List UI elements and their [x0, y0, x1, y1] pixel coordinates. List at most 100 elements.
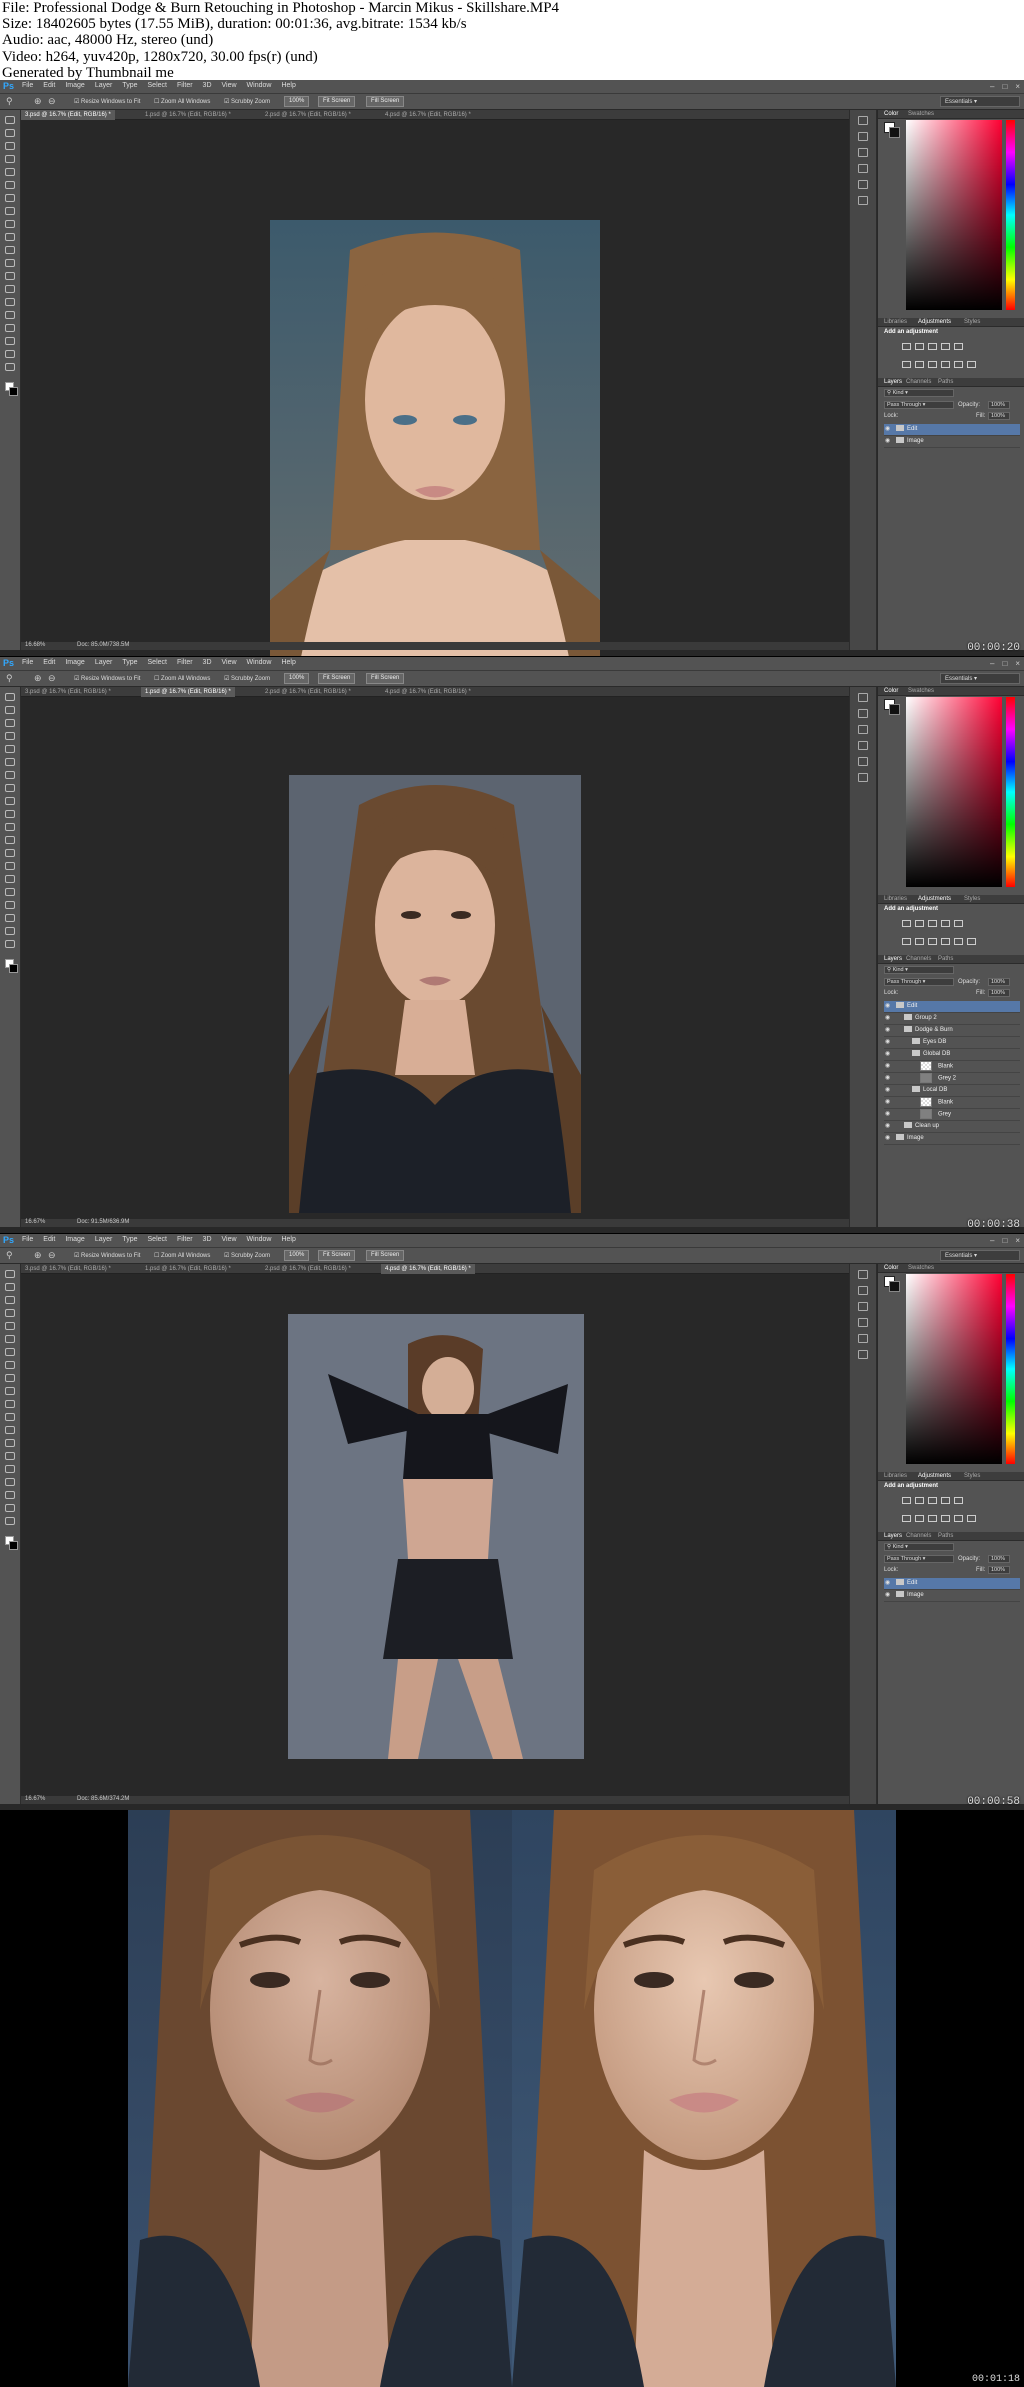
layer-filter-kind[interactable]: ⚲ Kind ▾ [884, 966, 954, 974]
fit-screen-button[interactable]: Fit Screen [318, 673, 356, 684]
menu-filter[interactable]: Filter [177, 659, 193, 666]
document-tab[interactable]: 2.psd @ 16.7% (Edit, RGB/16) * [261, 110, 355, 120]
menu-image[interactable]: Image [65, 659, 84, 666]
blend-mode-select[interactable]: Pass Through ▾ [884, 401, 954, 409]
color-picker-field[interactable] [906, 120, 1002, 310]
layer-row[interactable]: ◉ Edit [884, 424, 1020, 436]
visibility-eye-icon[interactable]: ◉ [885, 1085, 890, 1096]
history-brush-tool-icon[interactable] [5, 1387, 15, 1395]
color-picker-field[interactable] [906, 1274, 1002, 1464]
healing-tool-icon[interactable] [5, 1348, 15, 1356]
crop-tool-icon[interactable] [5, 168, 15, 176]
marquee-tool-icon[interactable] [5, 1283, 15, 1291]
path-select-tool-icon[interactable] [5, 1478, 15, 1486]
fill-field[interactable]: 100% [988, 1566, 1010, 1574]
zoom-in-icon[interactable]: ⊕ [34, 673, 42, 684]
resize-windows-checkbox[interactable]: ☑ Resize Windows to Fit [74, 98, 140, 105]
background-color-swatch[interactable] [889, 704, 900, 715]
visibility-eye-icon[interactable]: ◉ [885, 1133, 890, 1144]
tab-adjustments[interactable]: Adjustments [918, 1473, 951, 1479]
menu-filter[interactable]: Filter [177, 82, 193, 89]
scrubby-zoom-checkbox[interactable]: ☑ Scrubby Zoom [224, 675, 270, 682]
eyedropper-tool-icon[interactable] [5, 758, 15, 766]
menu-file[interactable]: File [22, 659, 33, 666]
gradient-tool-icon[interactable] [5, 259, 15, 267]
tab-adjustments[interactable]: Adjustments [918, 896, 951, 902]
tab-styles[interactable]: Styles [964, 896, 980, 902]
properties-icon[interactable] [858, 148, 868, 157]
zoom-tool-icon[interactable] [5, 363, 15, 371]
crop-tool-icon[interactable] [5, 745, 15, 753]
zoom-in-icon[interactable]: ⊕ [34, 96, 42, 107]
clone-stamp-tool-icon[interactable] [5, 220, 15, 228]
document-tab[interactable]: 3.psd @ 16.7% (Edit, RGB/16) * [21, 1264, 115, 1274]
menu-edit[interactable]: Edit [43, 1236, 55, 1243]
layer-row[interactable]: ◉ Global DB [884, 1049, 1020, 1061]
document-canvas[interactable] [21, 120, 849, 656]
path-select-tool-icon[interactable] [5, 324, 15, 332]
visibility-eye-icon[interactable]: ◉ [885, 1049, 890, 1060]
move-tool-icon[interactable] [5, 116, 15, 124]
paragraph-icon[interactable] [858, 1334, 868, 1343]
type-tool-icon[interactable] [5, 888, 15, 896]
healing-tool-icon[interactable] [5, 194, 15, 202]
layer-row[interactable]: ◉ Edit [884, 1578, 1020, 1590]
menu-file[interactable]: File [22, 1236, 33, 1243]
menu-select[interactable]: Select [148, 1236, 167, 1243]
zoom-all-checkbox[interactable]: ☐ Zoom All Windows [154, 675, 210, 682]
pen-tool-icon[interactable] [5, 875, 15, 883]
zoom-all-checkbox[interactable]: ☐ Zoom All Windows [154, 98, 210, 105]
layer-filter-kind[interactable]: ⚲ Kind ▾ [884, 1543, 954, 1551]
menu-file[interactable]: File [22, 82, 33, 89]
visibility-eye-icon[interactable]: ◉ [885, 1037, 890, 1048]
zoom-all-checkbox[interactable]: ☐ Zoom All Windows [154, 1252, 210, 1259]
minimize-icon[interactable]: – [990, 659, 994, 668]
layer-row[interactable]: ◉ Blank [884, 1097, 1020, 1109]
menu-image[interactable]: Image [65, 82, 84, 89]
brush-tool-icon[interactable] [5, 784, 15, 792]
move-tool-icon[interactable] [5, 693, 15, 701]
tab-adjustments[interactable]: Adjustments [918, 319, 951, 325]
opacity-field[interactable]: 100% [988, 1555, 1010, 1563]
maximize-icon[interactable]: □ [1002, 1236, 1007, 1245]
quick-select-tool-icon[interactable] [5, 732, 15, 740]
character-icon[interactable] [858, 1350, 868, 1359]
tab-libraries[interactable]: Libraries [884, 896, 907, 902]
menu-help[interactable]: Help [281, 659, 295, 666]
zoom-out-icon[interactable]: ⊖ [48, 673, 56, 684]
zoom-out-icon[interactable]: ⊖ [48, 96, 56, 107]
resize-windows-checkbox[interactable]: ☑ Resize Windows to Fit [74, 1252, 140, 1259]
layer-row[interactable]: ◉ Image [884, 1590, 1020, 1602]
layer-filter-kind[interactable]: ⚲ Kind ▾ [884, 389, 954, 397]
tab-swatches[interactable]: Swatches [908, 1265, 934, 1271]
document-tab[interactable]: 2.psd @ 16.7% (Edit, RGB/16) * [261, 1264, 355, 1274]
type-tool-icon[interactable] [5, 1465, 15, 1473]
lasso-tool-icon[interactable] [5, 1296, 15, 1304]
marquee-tool-icon[interactable] [5, 129, 15, 137]
layer-row[interactable]: ◉ Blank [884, 1061, 1020, 1073]
hand-tool-icon[interactable] [5, 350, 15, 358]
zoom-tool-icon[interactable] [5, 1517, 15, 1525]
scrubby-zoom-checkbox[interactable]: ☑ Scrubby Zoom [224, 1252, 270, 1259]
tab-color[interactable]: Color [884, 1265, 898, 1271]
blur-tool-icon[interactable] [5, 849, 15, 857]
workspace-select[interactable]: Essentials ▾ [940, 96, 1020, 107]
properties-icon[interactable] [858, 1302, 868, 1311]
hue-slider[interactable] [1006, 1274, 1015, 1464]
eyedropper-tool-icon[interactable] [5, 1335, 15, 1343]
opacity-field[interactable]: 100% [988, 401, 1010, 409]
actions-icon[interactable] [858, 741, 868, 750]
document-canvas[interactable] [21, 697, 849, 1219]
visibility-eye-icon[interactable]: ◉ [885, 1073, 890, 1084]
visibility-eye-icon[interactable]: ◉ [885, 1013, 890, 1024]
menu-layer[interactable]: Layer [95, 82, 113, 89]
background-color-swatch[interactable] [889, 127, 900, 138]
visibility-eye-icon[interactable]: ◉ [885, 1109, 890, 1120]
history-icon[interactable] [858, 693, 868, 702]
paragraph-icon[interactable] [858, 757, 868, 766]
document-tab[interactable]: 2.psd @ 16.7% (Edit, RGB/16) * [261, 687, 355, 697]
zoom-out-icon[interactable]: ⊖ [48, 1250, 56, 1261]
zoom-tool-icon[interactable]: ⚲ [6, 673, 13, 684]
tab-color[interactable]: Color [884, 111, 898, 117]
zoom-tool-icon[interactable]: ⚲ [6, 1250, 13, 1261]
